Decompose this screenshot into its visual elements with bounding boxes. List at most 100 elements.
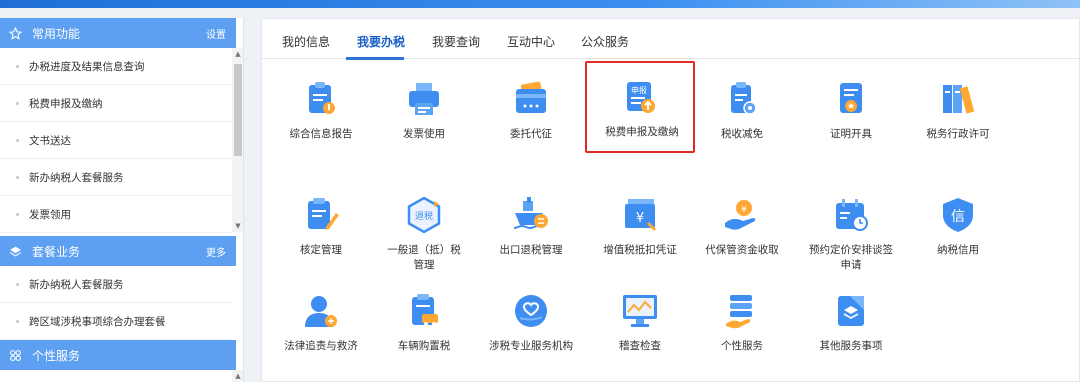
tile-tax-credit[interactable]: 信 纳税信用 (903, 179, 1013, 271)
tile-info-report[interactable]: 综合信息报告 (266, 63, 376, 155)
tile-tax-declare-pay[interactable]: 申报 税费申报及缴纳 (585, 61, 695, 153)
main-panel: 我的信息 我要办税 我要查询 互动中心 公众服务 综合信息报告 发票使用 委托代… (261, 18, 1080, 382)
svg-text:申报: 申报 (631, 85, 647, 95)
sidebar-item-label: 文书送达 (29, 134, 71, 147)
star-icon (8, 26, 22, 40)
sidebar: 常用功能 设置 办税进度及结果信息查询 税费申报及缴纳 文书送达 新办纳税人套餐… (0, 18, 244, 382)
scroll-up-icon[interactable]: ▲ (234, 50, 242, 58)
tile-personal-service[interactable]: 个性服务 (687, 275, 797, 367)
refund-icon: 退税 (404, 195, 444, 235)
tile-assessment-mgmt[interactable]: 核定管理 (266, 179, 376, 271)
tile-other-services[interactable]: 其他服务事项 (796, 275, 906, 367)
tile-label: 税费申报及缴纳 (605, 126, 679, 138)
tile-legal-remedy[interactable]: 法律追责与救济 (266, 275, 376, 367)
tile-apa-application[interactable]: 预约定价安排谈签申请 (796, 179, 906, 271)
sidebar-item-label: 新办纳税人套餐服务 (29, 171, 124, 184)
tile-label: 车辆购置税 (397, 340, 451, 352)
personal-service-icon (722, 291, 762, 331)
svg-text:退税: 退税 (415, 210, 433, 222)
bullet-dot (16, 282, 19, 286)
section-personal[interactable]: 个性服务 (0, 340, 236, 370)
tile-label: 核定管理 (300, 244, 342, 256)
section-common[interactable]: 常用功能 设置 (0, 18, 236, 48)
sidebar-item-label: 办税进度及结果信息查询 (29, 60, 145, 73)
scroll-up-icon[interactable]: ▲ (232, 370, 243, 382)
tile-label: 发票使用 (403, 128, 445, 140)
sidebar-item-label: 税费申报及缴纳 (29, 97, 103, 110)
sidebar-item-new-taxpayer-package[interactable]: 新办纳税人套餐服务 (0, 266, 232, 303)
layers-icon (8, 244, 22, 258)
tile-label: 涉税专业服务机构 (489, 340, 573, 352)
svg-text:信: 信 (951, 209, 965, 225)
tab-query[interactable]: 我要查询 (432, 33, 480, 50)
certificate-icon (831, 79, 871, 119)
tile-export-refund[interactable]: 出口退税管理 (476, 179, 586, 271)
settings-link[interactable]: 设置 (206, 26, 226, 41)
tile-label: 证明开具 (830, 128, 872, 140)
sidebar-item-progress-query[interactable]: 办税进度及结果信息查询 (0, 48, 232, 85)
tile-general-refund[interactable]: 退税 一般退（抵）税管理 (369, 179, 479, 271)
bullet-dot (16, 101, 19, 105)
tile-label: 其他服务事项 (819, 340, 883, 352)
tab-bar: 我的信息 我要办税 我要查询 互动中心 公众服务 (262, 19, 1079, 60)
bullet-dot (16, 64, 19, 68)
sidebar-item-new-taxpayer[interactable]: 新办纳税人套餐服务 (0, 159, 232, 196)
tile-label: 代保管资金收取 (705, 244, 779, 256)
sidebar-item-cross-region-package[interactable]: 跨区域涉税事项综合办理套餐 (0, 303, 232, 340)
credit-icon: 信 (938, 195, 978, 235)
money-hand-icon: ¥ (722, 195, 762, 235)
sidebar-scrollbar[interactable]: ▲ ▼ (232, 48, 243, 232)
other-service-icon (831, 291, 871, 331)
tile-service-institution[interactable]: 涉税专业服务机构 (476, 275, 586, 367)
tile-label: 稽查检查 (619, 340, 661, 352)
tile-custody-funds[interactable]: ¥ 代保管资金收取 (687, 179, 797, 271)
sidebar-item-invoice-apply[interactable]: 发票领用 (0, 196, 232, 233)
bullet-dot (16, 212, 19, 216)
tab-handle-tax[interactable]: 我要办税 (357, 33, 405, 50)
scroll-down-icon[interactable]: ▼ (234, 222, 242, 230)
sidebar-item-tax-declare[interactable]: 税费申报及缴纳 (0, 85, 232, 122)
top-banner (0, 0, 1080, 8)
clipboard-edit-icon (301, 195, 341, 235)
grid-icon (8, 348, 22, 362)
scroll-thumb[interactable] (234, 64, 242, 156)
tile-vehicle-tax[interactable]: 车辆购置税 (369, 275, 479, 367)
tile-label: 出口退税管理 (499, 244, 563, 256)
inspection-icon (620, 291, 660, 331)
svg-text:¥: ¥ (636, 211, 644, 226)
books-icon (938, 79, 978, 119)
voucher-icon: ¥ (620, 195, 660, 235)
printer-icon (404, 79, 444, 119)
tile-vat-voucher[interactable]: ¥ 增值税抵扣凭证 (585, 179, 695, 271)
sidebar-item-label: 跨区域涉税事项综合办理套餐 (29, 315, 166, 328)
tile-label: 一般退（抵）税管理 (387, 244, 461, 271)
judge-icon (301, 291, 341, 331)
tile-admin-license[interactable]: 税务行政许可 (903, 63, 1013, 155)
report-icon (301, 79, 341, 119)
tile-label: 纳税信用 (937, 244, 979, 256)
tax-relief-icon (722, 79, 762, 119)
tile-label: 委托代征 (510, 128, 552, 140)
calendar-clock-icon (831, 195, 871, 235)
section-package[interactable]: 套餐业务 更多 (0, 236, 236, 266)
tile-invoice-use[interactable]: 发票使用 (369, 63, 479, 155)
tile-tax-relief[interactable]: 税收减免 (687, 63, 797, 155)
more-link[interactable]: 更多 (206, 244, 226, 259)
tile-label: 个性服务 (721, 340, 763, 352)
ship-icon (511, 195, 551, 235)
sidebar-item-label: 新办纳税人套餐服务 (29, 278, 124, 291)
tab-interaction[interactable]: 互动中心 (507, 33, 555, 50)
tile-certificate[interactable]: 证明开具 (796, 63, 906, 155)
tab-public-service[interactable]: 公众服务 (581, 33, 629, 50)
sidebar-item-doc-delivery[interactable]: 文书送达 (0, 122, 232, 159)
tile-label: 预约定价安排谈签申请 (809, 244, 893, 271)
bullet-dot (16, 319, 19, 323)
tile-label: 法律追责与救济 (284, 340, 358, 352)
tab-my-info[interactable]: 我的信息 (282, 33, 330, 50)
tile-label: 税务行政许可 (926, 128, 990, 140)
bullet-dot (16, 175, 19, 179)
tile-inspection[interactable]: 稽查检查 (585, 275, 695, 367)
tile-label: 税收减免 (721, 128, 763, 140)
tile-entrusted-collection[interactable]: 委托代征 (476, 63, 586, 155)
active-tab-indicator (346, 57, 404, 60)
